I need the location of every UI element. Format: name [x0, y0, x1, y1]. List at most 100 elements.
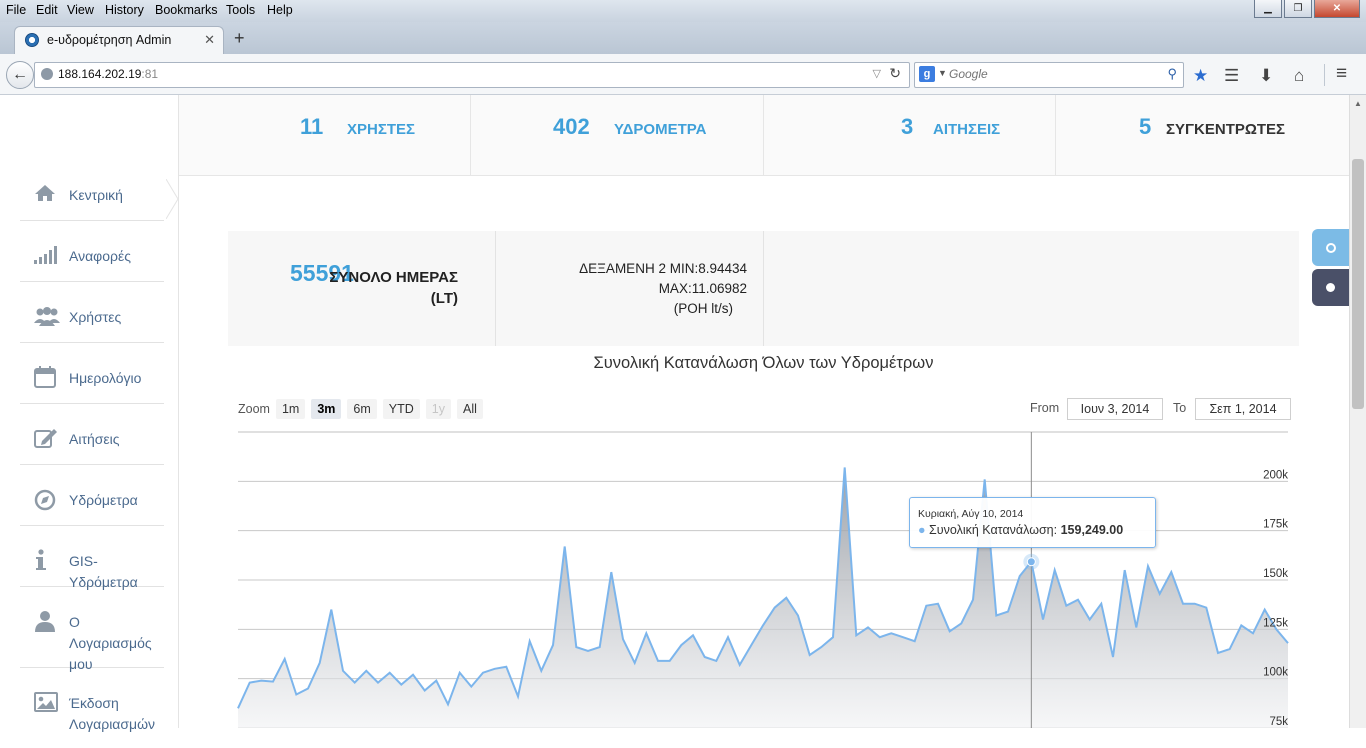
engine-dropdown-icon[interactable]: ▼	[938, 68, 947, 78]
browser-tab[interactable]: e-υδρομέτρηση Admin ✕	[14, 26, 224, 55]
users-icon	[34, 307, 60, 327]
sidebar-item-my-account[interactable]: Ο Λογαριασμός μου	[20, 587, 164, 672]
sidebar-item-reports[interactable]: Αναφορές	[20, 221, 164, 282]
home-icon[interactable]: ⌂	[1294, 66, 1304, 86]
sidebar-item-requests[interactable]: Αιτήσεις	[20, 404, 164, 465]
stat-concentrators[interactable]: 5 ΣΥΓΚΕΝΤΡΩΤΕΣ	[1055, 95, 1349, 175]
summary-panel: 55591 ΣΥΝΟΛΟ ΗΜΕΡΑΣ (LT) ΔΕΞΑΜΕΝΗ 2 MIN:…	[228, 231, 1299, 346]
y-tick-label: 175k	[1263, 519, 1288, 531]
tab-close-icon[interactable]: ✕	[204, 32, 215, 48]
empty-card	[763, 231, 1299, 346]
y-tick-label: 150k	[1263, 568, 1288, 580]
range-from-input[interactable]: Ιουν 3, 2014	[1067, 398, 1163, 420]
reload-icon[interactable]: ↻	[889, 65, 901, 82]
tank-flow-text: ΔΕΞΑΜΕΝΗ 2 MIN:8.94434 MAX:11.06982 (ΡΟΗ…	[579, 259, 747, 319]
user-icon	[34, 610, 56, 632]
circle-outline-icon	[1325, 242, 1336, 253]
sidebar-item-users[interactable]: Χρήστες	[20, 282, 164, 343]
range-from-label: From	[1030, 401, 1060, 415]
menu-tools[interactable]: Tools	[226, 3, 255, 17]
url-dropdown-icon[interactable]: ▽	[873, 67, 881, 80]
menu-help[interactable]: Help	[267, 3, 293, 17]
menu-edit[interactable]: Edit	[36, 3, 58, 17]
stat-label: ΧΡΗΣΤΕΣ	[347, 121, 416, 138]
tank-flow-line: MAX:11.06982	[658, 281, 747, 296]
stat-number: 402	[553, 114, 590, 139]
range-to-input[interactable]: Σεπ 1, 2014	[1195, 398, 1291, 420]
zoom-ytd-button[interactable]: YTD	[382, 399, 420, 419]
stat-users[interactable]: 11 ΧΡΗΣΤΕΣ	[178, 95, 471, 175]
sidebar-item-calendar[interactable]: Ημερολόγιο	[20, 343, 164, 404]
sidebar-active-pointer	[166, 179, 178, 219]
zoom-3m-button[interactable]: 3m	[311, 399, 342, 419]
window-controls: ▁ ❐ ✕	[1254, 0, 1360, 18]
info-icon	[36, 549, 58, 570]
url-text[interactable]: 188.164.202.19:81	[58, 67, 158, 81]
stat-label: ΣΥΓΚΕΝΤΡΩΤΕΣ	[1166, 121, 1286, 138]
sidebar-item-label: Ο Λογαριασμός μου	[69, 614, 152, 672]
tooltip-row: ● Συνολική Κατανάλωση: 159,249.00	[918, 523, 1123, 537]
sidebar-item-gis-meters[interactable]: GIS-Υδρόμετρα	[20, 526, 164, 590]
scrollbar-thumb[interactable]	[1352, 159, 1364, 409]
circle-filled-icon	[1326, 283, 1335, 292]
bookmark-star-icon[interactable]: ★	[1193, 66, 1208, 86]
search-input[interactable]	[947, 66, 1151, 82]
sidebar-item-billing[interactable]: Έκδοση Λογαριασμών	[20, 668, 164, 748]
chart-y-labels: 75k 100k 125k 150k 175k 200k	[1263, 469, 1288, 728]
tab-strip: e-υδρομέτρηση Admin ✕ +	[0, 22, 1366, 55]
tooltip-date: Κυριακή, Αύγ 10, 2014	[918, 508, 1024, 520]
stat-number: 5	[1139, 114, 1152, 139]
tab-title: e-υδρομέτρηση Admin	[47, 33, 172, 47]
compass-icon	[34, 489, 56, 511]
toggle-light-button[interactable]	[1312, 229, 1349, 266]
url-host: 188.164.202.19	[58, 67, 142, 81]
site-favicon-icon	[25, 33, 39, 47]
menu-history[interactable]: History	[105, 3, 144, 17]
stat-label: ΑΙΤΗΣΕΙΣ	[933, 121, 1001, 138]
scroll-up-icon[interactable]: ▲	[1354, 99, 1362, 108]
menu-view[interactable]: View	[67, 3, 94, 17]
stat-number: 11	[300, 114, 324, 139]
tooltip-dot-icon: ●	[918, 523, 926, 537]
sidebar-item-home[interactable]: Κεντρική	[20, 180, 164, 221]
new-tab-icon[interactable]: +	[234, 28, 245, 49]
stat-meters[interactable]: 402 ΥΔΡΟΜΕΤΡΑ	[470, 95, 764, 175]
zoom-controls: Zoom 1m 3m 6m YTD 1y All	[238, 398, 483, 420]
zoom-1y-button: 1y	[425, 399, 451, 419]
zoom-all-button[interactable]: All	[456, 399, 483, 419]
zoom-6m-button[interactable]: 6m	[347, 399, 377, 419]
sidebar-item-label: Έκδοση Λογαριασμών	[69, 695, 156, 732]
sidebar-item-meters[interactable]: Υδρόμετρα	[20, 465, 164, 526]
close-window-icon[interactable]: ✕	[1314, 0, 1360, 18]
stat-requests[interactable]: 3 ΑΙΤΗΣΕΙΣ	[763, 95, 1056, 175]
minimize-icon[interactable]: ▁	[1254, 0, 1282, 18]
menu-file[interactable]: File	[6, 3, 26, 17]
menu-bookmarks[interactable]: Bookmarks	[155, 3, 218, 17]
hamburger-menu-icon[interactable]: ≡	[1336, 63, 1347, 85]
daily-total-card: 55591 ΣΥΝΟΛΟ ΗΜΕΡΑΣ (LT)	[228, 231, 496, 346]
google-engine-icon[interactable]: g	[919, 66, 935, 82]
download-icon[interactable]: ⬇	[1259, 66, 1273, 86]
toggle-dark-button[interactable]	[1312, 269, 1349, 306]
chart-tooltip: Κυριακή, Αύγ 10, 2014 ● Συνολική Κατανάλ…	[909, 497, 1156, 548]
hover-point	[1026, 557, 1036, 567]
globe-icon	[41, 68, 53, 80]
tank-flow-card: ΔΕΞΑΜΕΝΗ 2 MIN:8.94434 MAX:11.06982 (ΡΟΗ…	[495, 231, 764, 346]
signal-bars-icon	[34, 246, 57, 266]
url-bar[interactable]: 188.164.202.19:81 ▽ ↻	[34, 62, 910, 88]
search-bar[interactable]: g ▼ ⚲	[914, 62, 1184, 88]
picture-icon	[34, 692, 58, 712]
sidebar-item-label: Αιτήσεις	[69, 431, 120, 447]
back-arrow-icon[interactable]: ←	[6, 61, 34, 89]
page-scrollbar[interactable]: ▲	[1349, 95, 1366, 728]
maximize-icon[interactable]: ❐	[1284, 0, 1312, 18]
bookmarks-list-icon[interactable]: ☰	[1224, 66, 1239, 86]
y-tick-label: 75k	[1269, 716, 1288, 728]
sidebar-item-label: Κεντρική	[69, 187, 123, 203]
stats-bar: 11 ΧΡΗΣΤΕΣ 402 ΥΔΡΟΜΕΤΡΑ 3 ΑΙΤΗΣΕΙΣ 5 ΣΥ…	[178, 95, 1349, 176]
range-to-label: To	[1173, 401, 1187, 415]
search-icon[interactable]: ⚲	[1167, 66, 1177, 82]
zoom-1m-button[interactable]: 1m	[275, 399, 306, 419]
chart-title: Συνολική Κατανάλωση Όλων των Υδρομέτρων	[593, 354, 934, 372]
zoom-label: Zoom	[238, 402, 270, 416]
